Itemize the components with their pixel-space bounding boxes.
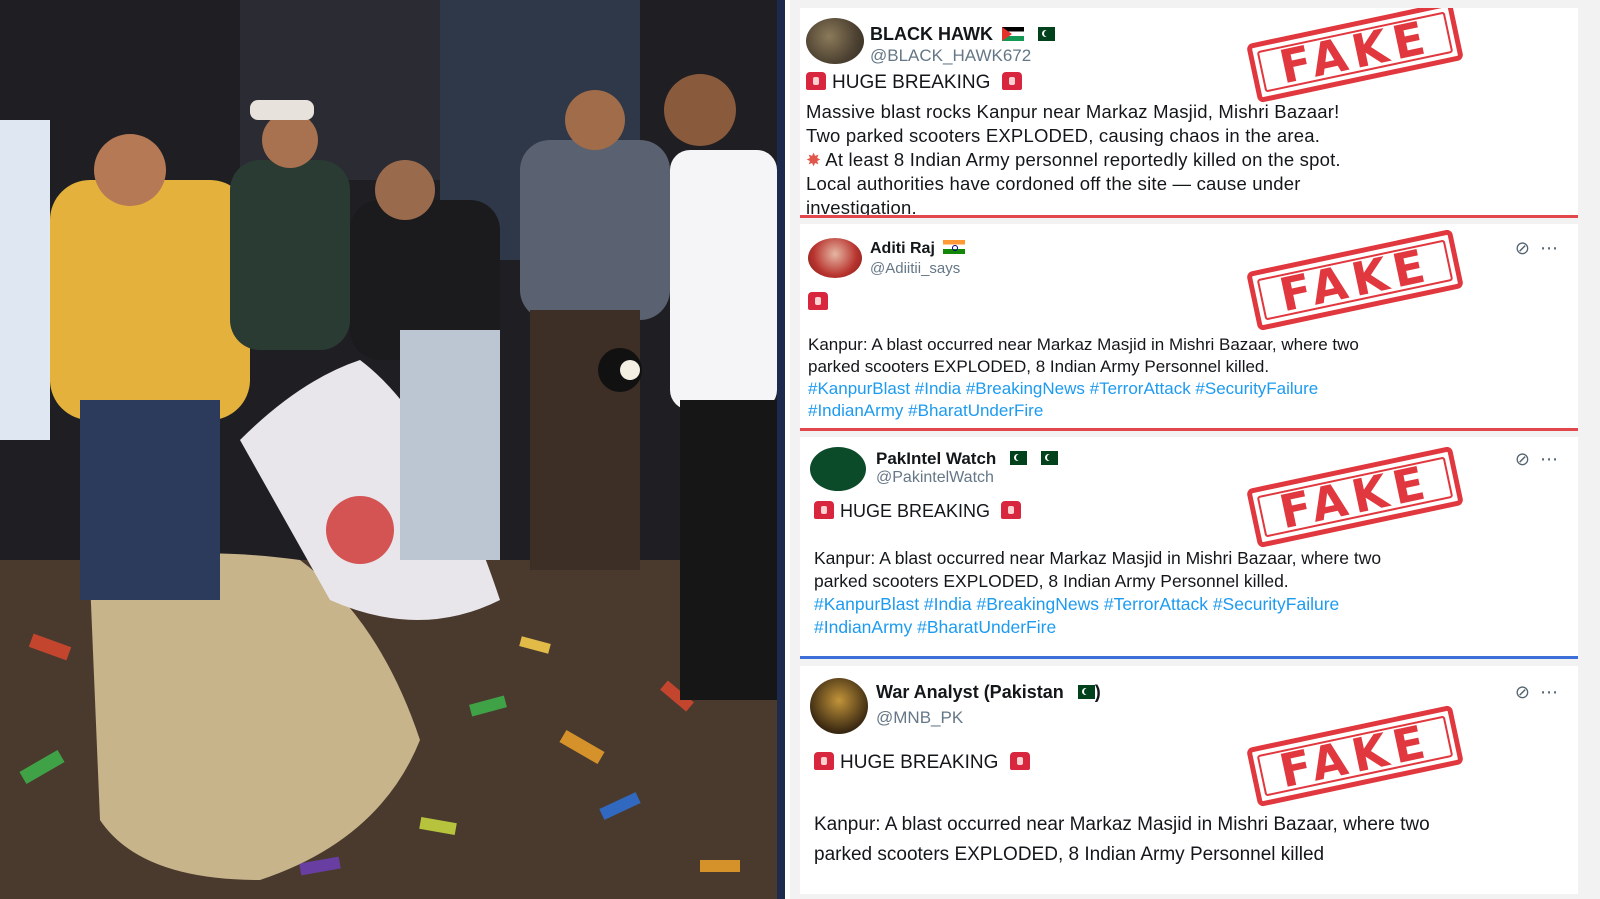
author-handle[interactable]: @MNB_PK	[876, 708, 963, 728]
author-handle[interactable]: @BLACK_HAWK672	[870, 46, 1031, 66]
grok-icon[interactable]: ⊘	[1515, 449, 1540, 469]
india-flag-icon	[943, 240, 966, 254]
author-handle[interactable]: @PakintelWatch	[876, 469, 994, 487]
fake-stamp: FAKE	[1246, 228, 1464, 332]
hashtags[interactable]: #KanpurBlast #India #BreakingNews #Terro…	[808, 378, 1359, 400]
hashtags[interactable]: #IndianArmy #BharatUnderFire	[814, 616, 1381, 639]
tweet-body: Kanpur: A blast occurred near Markaz Mas…	[814, 548, 1382, 639]
news-photo	[0, 0, 777, 899]
tweet-actions: ⊘⋯	[1515, 238, 1568, 259]
avatar[interactable]	[810, 447, 866, 491]
tweet-card[interactable]: Aditi Raj @Adiitii_says ⊘⋯ FAKE Kanpur: …	[800, 224, 1578, 431]
pakistan-flag-icon	[1035, 451, 1058, 465]
more-icon[interactable]: ⋯	[1540, 449, 1568, 469]
author-name-text: War Analyst (Pakistan	[876, 682, 1064, 702]
explosion-icon: ✸	[806, 150, 822, 170]
photo-illustration	[0, 0, 777, 899]
grok-icon[interactable]: ⊘	[1515, 682, 1540, 702]
tweet-actions: ⊘⋯	[1515, 682, 1568, 703]
siren-icon	[814, 501, 834, 519]
tweet-body: Kanpur: A blast occurred near Markaz Mas…	[814, 814, 1430, 865]
more-icon[interactable]: ⋯	[1540, 682, 1568, 702]
author-name-text: BLACK HAWK	[870, 24, 993, 44]
tweet-headline: HUGE BREAKING	[806, 72, 1028, 94]
tweet-body: Massive blast rocks Kanpur near Markaz M…	[806, 101, 1341, 218]
tweet-actions: ⊘⋯	[1515, 449, 1568, 470]
author-handle[interactable]: @Adiitii_says	[870, 260, 960, 277]
siren-icon	[814, 752, 834, 770]
tweet-card[interactable]: BLACK HAWK @BLACK_HAWK672 FAKE HUGE BREA…	[800, 8, 1578, 218]
siren-icon	[1001, 72, 1022, 90]
grok-icon[interactable]: ⊘	[1515, 238, 1540, 258]
tweet-headline: HUGE BREAKING	[814, 501, 1027, 522]
tweets-panel: BLACK HAWK @BLACK_HAWK672 FAKE HUGE BREA…	[790, 0, 1600, 899]
siren-icon	[806, 72, 826, 90]
palestine-flag-icon	[1002, 27, 1025, 41]
hashtags[interactable]: #IndianArmy #BharatUnderFire	[808, 400, 1359, 422]
author-name[interactable]: PakIntel Watch	[876, 449, 1058, 469]
avatar[interactable]	[810, 678, 868, 734]
pakistan-flag-icon	[1005, 451, 1028, 465]
tweet-card[interactable]: War Analyst (Pakistan ) @MNB_PK ⊘⋯ FAKE …	[800, 666, 1578, 894]
tweet-headline: HUGE BREAKING	[814, 752, 1036, 774]
pakistan-flag-icon	[1033, 27, 1056, 41]
more-icon[interactable]: ⋯	[1540, 238, 1568, 258]
author-name[interactable]: BLACK HAWK	[870, 24, 1056, 45]
avatar[interactable]	[806, 18, 864, 64]
pakistan-flag-icon	[1072, 685, 1095, 699]
author-name[interactable]: War Analyst (Pakistan )	[876, 682, 1101, 703]
tweet-body: Kanpur: A blast occurred near Markaz Mas…	[808, 335, 1359, 422]
fake-stamp: FAKE	[1246, 704, 1464, 808]
hashtags[interactable]: #KanpurBlast #India #BreakingNews #Terro…	[814, 593, 1381, 616]
fake-stamp: FAKE	[1246, 445, 1464, 549]
tweet-card[interactable]: PakIntel Watch @PakintelWatch ⊘⋯ FAKE HU…	[800, 437, 1578, 659]
panel-divider	[777, 0, 785, 899]
author-name[interactable]: Aditi Raj	[870, 240, 966, 258]
avatar[interactable]	[808, 238, 862, 278]
author-name-text: Aditi Raj	[870, 240, 935, 257]
siren-icon	[1009, 752, 1030, 770]
siren-icon	[808, 292, 828, 310]
siren-icon	[1001, 501, 1022, 519]
author-name-text: PakIntel Watch	[876, 449, 997, 468]
fake-stamp: FAKE	[1246, 8, 1464, 104]
siren-row	[808, 292, 834, 313]
